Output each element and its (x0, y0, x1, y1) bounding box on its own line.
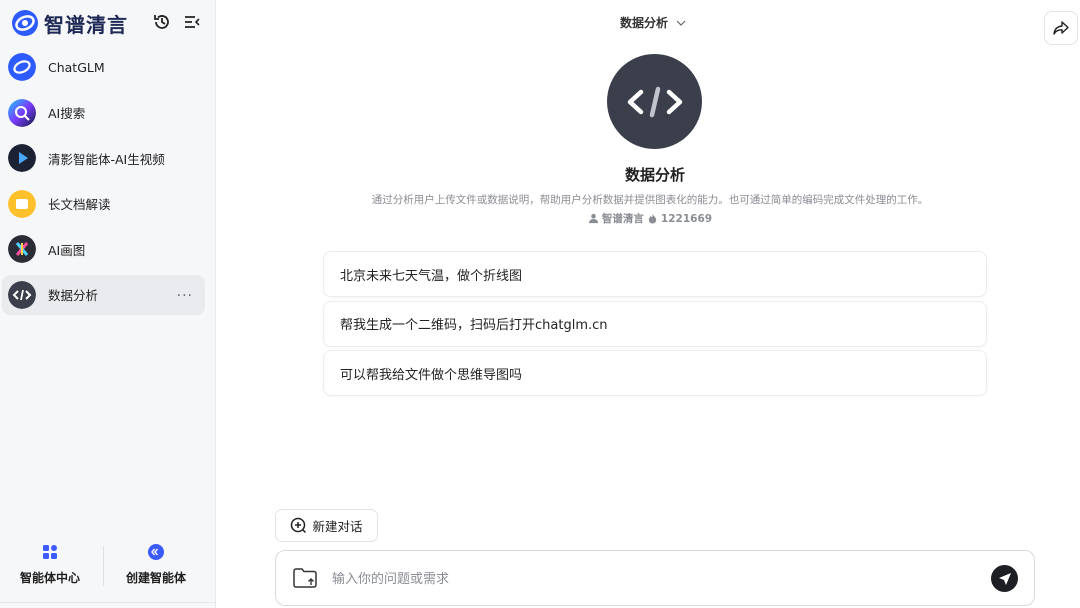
ai-draw-icon (8, 235, 36, 263)
message-input[interactable] (330, 565, 974, 593)
agent-heat: 1221669 (660, 212, 713, 225)
main-panel: 数据分析 数据分析 通过分析用户上传文件或数据说明，帮助用户分析数据并提供图表化… (216, 0, 1080, 608)
chatglm-logo-icon (8, 53, 36, 81)
new-chat-icon (291, 517, 307, 534)
user-icon (588, 213, 599, 224)
create-agent-label: 创建智能体 (125, 571, 186, 585)
sidebar-item-label: ChatGLM (48, 59, 105, 75)
apps-grid-icon (43, 545, 57, 559)
suggestion-item[interactable]: 帮我生成一个二维码，扫码后打开chatglm.cn (323, 300, 987, 347)
ai-search-icon (8, 98, 36, 127)
agent-center-button[interactable]: 智能体中心 (0, 544, 100, 586)
brand[interactable]: 智谱清言 (10, 8, 128, 38)
agent-description: 通过分析用户上传文件或数据说明，帮助用户分析数据并提供图表化的能力。也可通过简单… (371, 194, 929, 206)
share-button[interactable] (1044, 11, 1078, 45)
suggestion-item[interactable]: 可以帮我给文件做个思维导图吗 (323, 350, 987, 396)
history-icon[interactable] (152, 12, 172, 32)
sidebar-item-label: 长文档解读 (48, 197, 111, 212)
brand-name: 智谱清言 (44, 12, 128, 37)
code-brackets-icon (627, 86, 682, 117)
agent-meta: 智谱清言 1221669 (216, 211, 1080, 226)
agent-switcher[interactable]: 数据分析 (620, 14, 686, 31)
agent-title: 数据分析 (624, 166, 685, 184)
flame-icon (648, 213, 657, 224)
sidebar-item-qingying-video[interactable]: 清影智能体-AI生视频 (2, 138, 205, 178)
divider (0, 602, 216, 603)
sidebar-bottom-nav: 智能体中心 创建智能体 (0, 536, 216, 596)
agent-author: 智谱清言 (601, 213, 644, 225)
suggestion-list: 北京未来七天气温，做个折线图 帮我生成一个二维码，扫码后打开chatglm.cn… (323, 251, 987, 400)
sidebar-item-long-doc[interactable]: 长文档解读 (2, 184, 205, 224)
agent-list: ChatGLM AI搜索 清影智能体-AI生视频 长文档解读 AI画图 数据分析… (0, 47, 216, 320)
create-agent-button[interactable]: 创建智能体 (106, 544, 206, 586)
zhipu-logo-icon (12, 10, 38, 36)
code-brackets-icon (8, 280, 36, 309)
sidebar-item-ai-draw[interactable]: AI画图 (2, 229, 205, 269)
sidebar: 智谱清言 ChatGLM AI搜索 清影智能体-AI生视频 长文档解读 AI画图… (0, 0, 216, 608)
sidebar-item-label: AI搜索 (48, 106, 86, 121)
chevron-down-icon (676, 20, 686, 26)
sidebar-item-data-analysis[interactable]: 数据分析 ··· (2, 274, 205, 315)
sidebar-item-label: 数据分析 (48, 288, 99, 303)
share-icon (1053, 21, 1069, 35)
new-chat-button[interactable]: 新建对话 (275, 509, 378, 542)
composer (275, 550, 1035, 606)
suggestion-item[interactable]: 北京未来七天气温，做个折线图 (323, 251, 987, 297)
send-icon (998, 572, 1011, 585)
upload-file-icon[interactable] (292, 567, 318, 589)
sidebar-item-label: AI画图 (48, 242, 86, 258)
video-play-icon (8, 144, 36, 172)
sidebar-item-chatglm[interactable]: ChatGLM (2, 47, 205, 87)
agent-center-label: 智能体中心 (19, 571, 80, 585)
collapse-sidebar-icon[interactable] (182, 12, 202, 32)
folder-doc-icon (8, 189, 36, 218)
page-title: 数据分析 (620, 16, 669, 30)
agent-avatar (607, 54, 702, 149)
new-chat-label: 新建对话 (312, 519, 363, 534)
bottom-divider (103, 546, 104, 586)
sidebar-item-ai-search[interactable]: AI搜索 (2, 93, 205, 133)
more-options-icon[interactable]: ··· (177, 288, 193, 304)
create-agent-icon (148, 544, 164, 560)
sidebar-item-label: 清影智能体-AI生视频 (48, 151, 165, 167)
send-button[interactable] (991, 565, 1018, 592)
